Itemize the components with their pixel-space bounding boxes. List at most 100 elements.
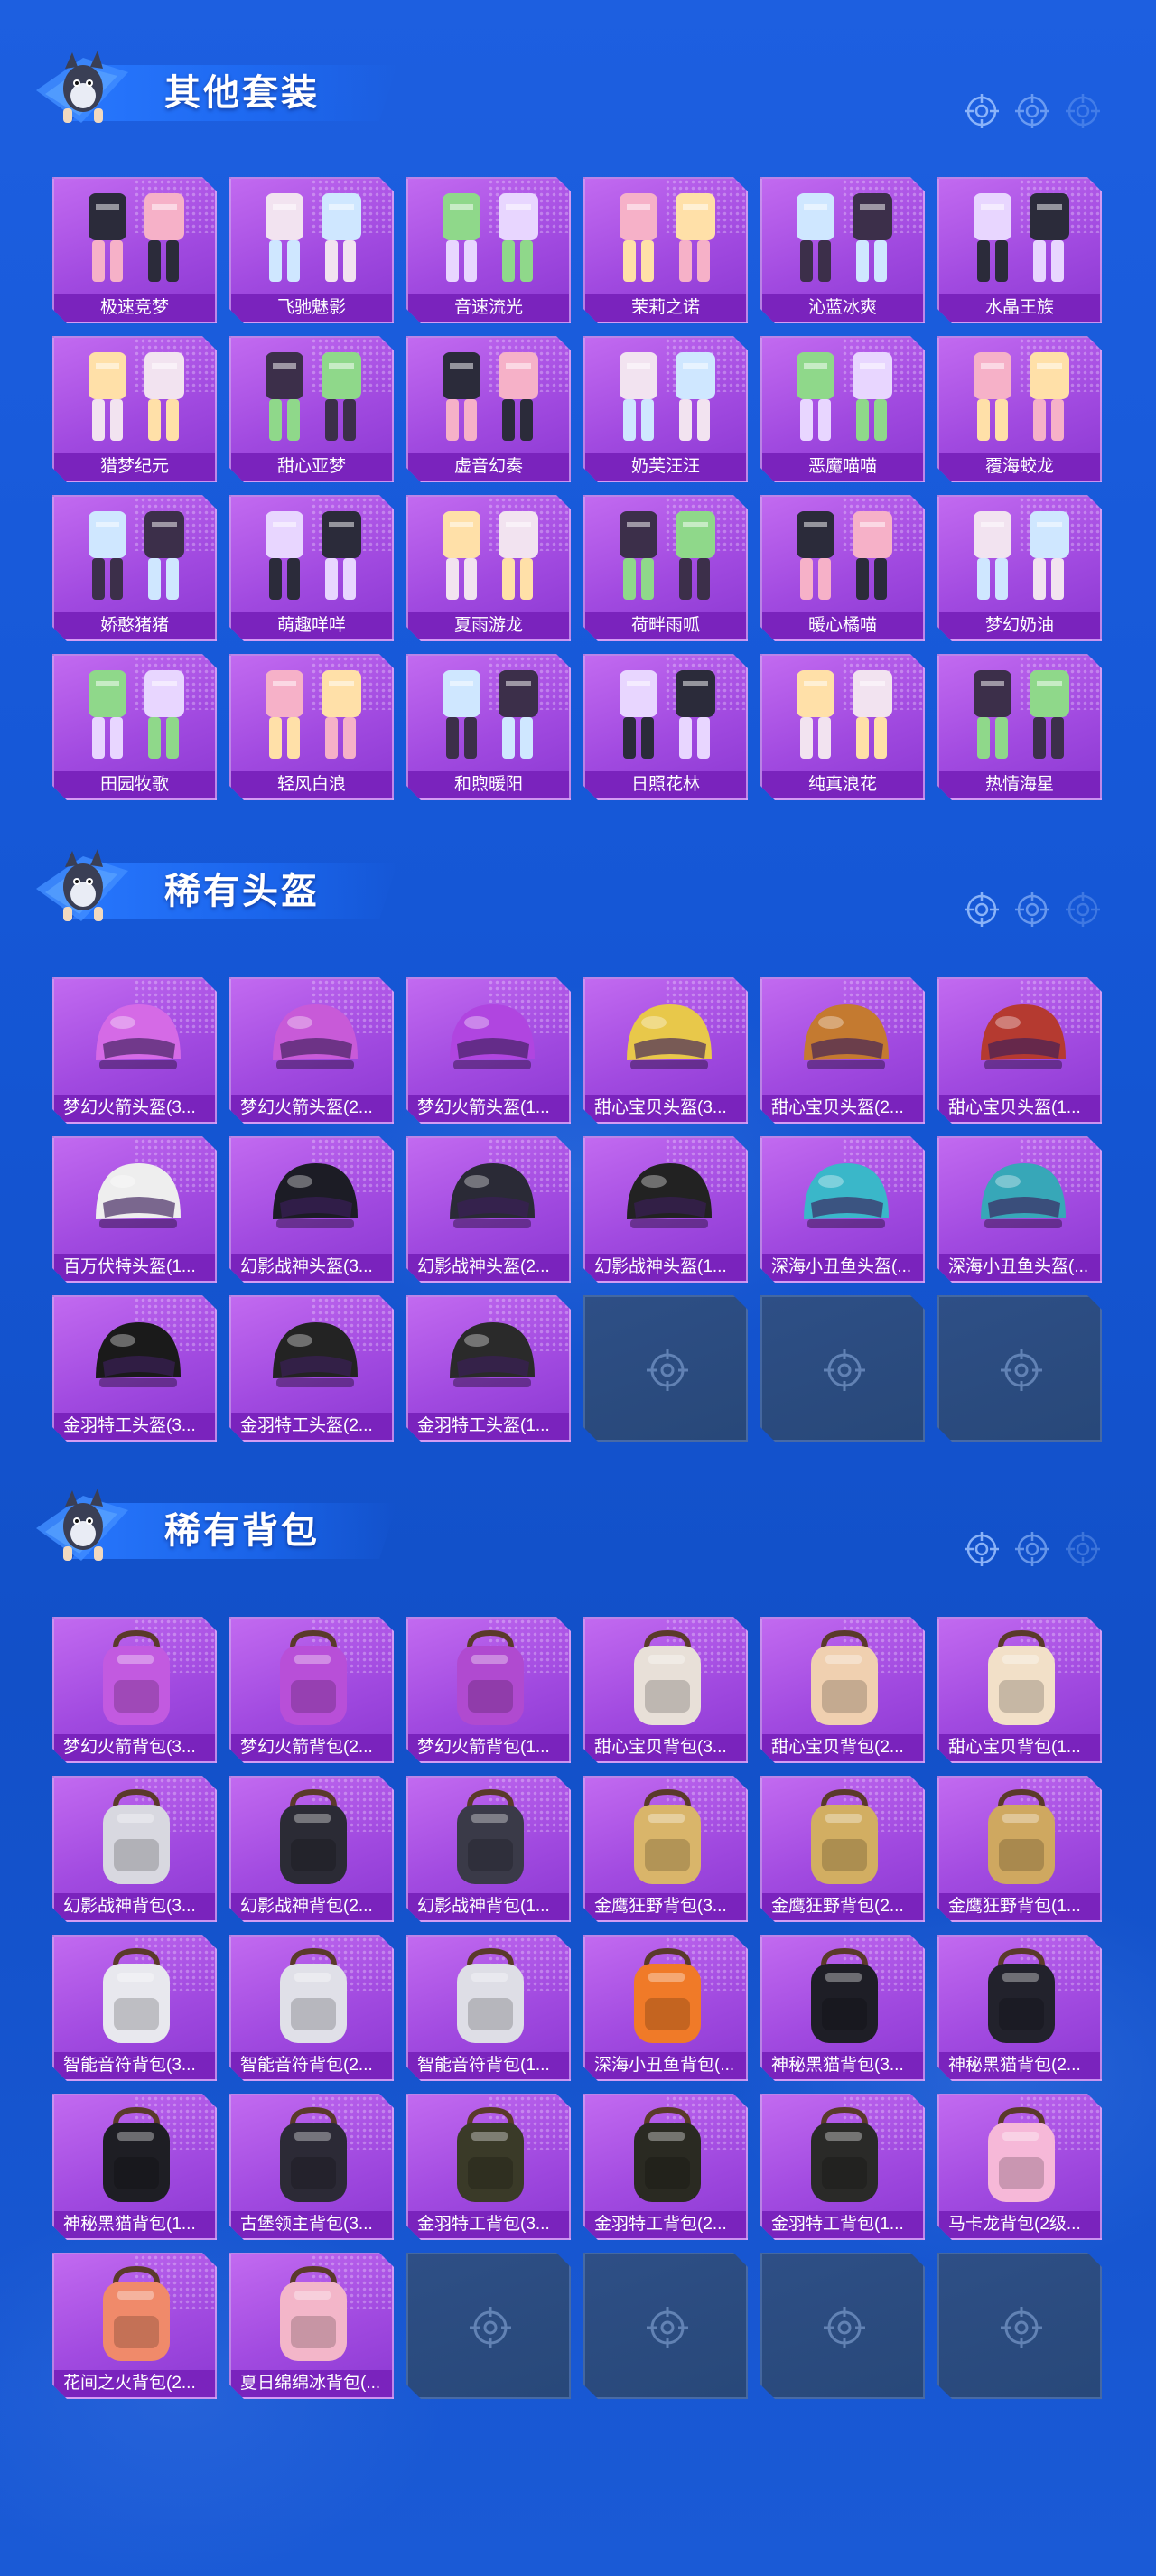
helmet-icon (246, 1306, 381, 1410)
item-name: 金鹰狂野背包(2... (762, 1893, 923, 1920)
helmet-card[interactable]: 金羽特工头盔(3... (52, 1295, 217, 1442)
backpack-icon (777, 1946, 912, 2049)
outfit-card[interactable]: 极速竞梦 (52, 177, 217, 323)
outfit-icon (246, 347, 381, 451)
outfit-card[interactable]: 恶魔喵喵 (760, 336, 925, 482)
outfit-card[interactable]: 轻风白浪 (229, 654, 394, 800)
backpack-card[interactable]: 金鹰狂野背包(1... (937, 1776, 1102, 1922)
crosshair-decoration (963, 92, 1102, 130)
item-name: 梦幻火箭头盔(3... (54, 1095, 215, 1122)
helmet-card[interactable]: 幻影战神头盔(3... (229, 1136, 394, 1283)
outfit-card[interactable]: 纯真浪花 (760, 654, 925, 800)
outfit-card[interactable]: 水晶王族 (937, 177, 1102, 323)
item-name: 轻风白浪 (231, 771, 392, 798)
crosshair-icon (1015, 1532, 1049, 1566)
backpack-card[interactable]: 甜心宝贝背包(2... (760, 1617, 925, 1763)
mascot-icon (36, 51, 128, 123)
helmet-card[interactable]: 梦幻火箭头盔(2... (229, 977, 394, 1124)
helmet-card[interactable]: 梦幻火箭头盔(3... (52, 977, 217, 1124)
outfit-card[interactable]: 虚音幻奏 (406, 336, 571, 482)
outfit-card[interactable]: 夏雨游龙 (406, 495, 571, 641)
backpack-card[interactable]: 金羽特工背包(1... (760, 2094, 925, 2240)
helmet-card[interactable]: 梦幻火箭头盔(1... (406, 977, 571, 1124)
outfit-card[interactable]: 飞驰魅影 (229, 177, 394, 323)
backpack-card[interactable]: 梦幻火箭背包(3... (52, 1617, 217, 1763)
item-name: 奶芙汪汪 (585, 453, 746, 481)
empty-slot-icon (468, 2305, 513, 2350)
crosshair-icon (965, 94, 999, 128)
helmet-card[interactable]: 幻影战神头盔(1... (583, 1136, 748, 1283)
backpack-icon (954, 1946, 1089, 2049)
empty-slot-icon (822, 2305, 867, 2350)
outfit-card[interactable]: 覆海蛟龙 (937, 336, 1102, 482)
helmet-card[interactable]: 甜心宝贝头盔(1... (937, 977, 1102, 1124)
helmet-card[interactable]: 金羽特工头盔(2... (229, 1295, 394, 1442)
backpack-card[interactable]: 智能音符背包(1... (406, 1935, 571, 2081)
outfit-card[interactable]: 奶芙汪汪 (583, 336, 748, 482)
outfit-card[interactable]: 娇憨猪猪 (52, 495, 217, 641)
backpack-card[interactable]: 甜心宝贝背包(3... (583, 1617, 748, 1763)
outfit-card[interactable]: 热情海星 (937, 654, 1102, 800)
helmet-card[interactable]: 甜心宝贝头盔(3... (583, 977, 748, 1124)
backpack-card[interactable]: 金鹰狂野背包(2... (760, 1776, 925, 1922)
helmet-card[interactable]: 深海小丑鱼头盔(... (760, 1136, 925, 1283)
helmet-icon (777, 1147, 912, 1251)
backpack-card[interactable]: 夏日绵绵冰背包(... (229, 2253, 394, 2399)
crosshair-icon (1066, 1532, 1100, 1566)
helmet-card[interactable]: 甜心宝贝头盔(2... (760, 977, 925, 1124)
backpack-card[interactable]: 金鹰狂野背包(3... (583, 1776, 748, 1922)
helmet-card[interactable]: 金羽特工头盔(1... (406, 1295, 571, 1442)
outfit-card[interactable]: 甜心亚梦 (229, 336, 394, 482)
backpack-card[interactable]: 智能音符背包(3... (52, 1935, 217, 2081)
backpack-card[interactable]: 金羽特工背包(2... (583, 2094, 748, 2240)
section-header: 稀有背包 (0, 1474, 1156, 1601)
outfit-card[interactable]: 田园牧歌 (52, 654, 217, 800)
helmet-grid: 梦幻火箭头盔(3... 梦幻火箭头盔(2... 梦幻火箭头盔(1... 甜心宝贝… (52, 977, 1104, 1442)
outfit-card[interactable]: 萌趣咩咩 (229, 495, 394, 641)
outfit-card[interactable]: 梦幻奶油 (937, 495, 1102, 641)
item-name: 梦幻火箭背包(1... (408, 1734, 569, 1761)
outfit-card[interactable]: 荷畔雨呱 (583, 495, 748, 641)
backpack-card[interactable]: 神秘黑猫背包(3... (760, 1935, 925, 2081)
section-header: 稀有头盔 (0, 835, 1156, 961)
backpack-card[interactable]: 花间之火背包(2... (52, 2253, 217, 2399)
outfit-card[interactable]: 和煦暖阳 (406, 654, 571, 800)
helmet-card[interactable]: 百万伏特头盔(1... (52, 1136, 217, 1283)
helmet-card[interactable]: 幻影战神头盔(2... (406, 1136, 571, 1283)
item-name: 日照花林 (585, 771, 746, 798)
backpack-card[interactable]: 古堡领主背包(3... (229, 2094, 394, 2240)
backpack-card[interactable]: 甜心宝贝背包(1... (937, 1617, 1102, 1763)
outfit-card[interactable]: 日照花林 (583, 654, 748, 800)
backpack-card[interactable]: 幻影战神背包(3... (52, 1776, 217, 1922)
outfit-icon (69, 506, 204, 610)
item-name: 夏日绵绵冰背包(... (231, 2370, 392, 2397)
item-name: 金羽特工背包(1... (762, 2211, 923, 2238)
backpack-card[interactable]: 神秘黑猫背包(2... (937, 1935, 1102, 2081)
empty-slot-icon (999, 2305, 1044, 2350)
backpack-grid: 梦幻火箭背包(3... 梦幻火箭背包(2... 梦幻火箭背包(1... 甜心宝贝… (52, 1617, 1104, 2399)
item-name: 甜心宝贝背包(3... (585, 1734, 746, 1761)
backpack-card[interactable]: 金羽特工背包(3... (406, 2094, 571, 2240)
outfit-card[interactable]: 暖心橘喵 (760, 495, 925, 641)
section-title: 稀有背包 (164, 1511, 320, 1551)
outfit-card[interactable]: 沁蓝冰爽 (760, 177, 925, 323)
outfit-card[interactable]: 猎梦纪元 (52, 336, 217, 482)
backpack-card[interactable]: 马卡龙背包(2级... (937, 2094, 1102, 2240)
backpack-card[interactable]: 梦幻火箭背包(2... (229, 1617, 394, 1763)
outfit-card[interactable]: 茉莉之诺 (583, 177, 748, 323)
outfit-card[interactable]: 音速流光 (406, 177, 571, 323)
outfit-grid: 极速竞梦 飞驰魅影 音速流光 茉莉之诺 沁蓝冰爽 水晶王族 猎梦纪元 甜心亚梦 … (52, 177, 1104, 800)
helmet-card[interactable]: 深海小丑鱼头盔(... (937, 1136, 1102, 1283)
backpack-card[interactable]: 幻影战神背包(1... (406, 1776, 571, 1922)
backpack-card[interactable]: 梦幻火箭背包(1... (406, 1617, 571, 1763)
outfit-icon (777, 506, 912, 610)
backpack-card[interactable]: 智能音符背包(2... (229, 1935, 394, 2081)
backpack-icon (246, 2105, 381, 2208)
backpack-card[interactable]: 深海小丑鱼背包(... (583, 1935, 748, 2081)
outfit-icon (69, 347, 204, 451)
backpack-card[interactable]: 幻影战神背包(2... (229, 1776, 394, 1922)
backpack-icon (246, 1787, 381, 1890)
backpack-icon (600, 1628, 735, 1731)
backpack-icon (423, 1787, 558, 1890)
backpack-card[interactable]: 神秘黑猫背包(1... (52, 2094, 217, 2240)
